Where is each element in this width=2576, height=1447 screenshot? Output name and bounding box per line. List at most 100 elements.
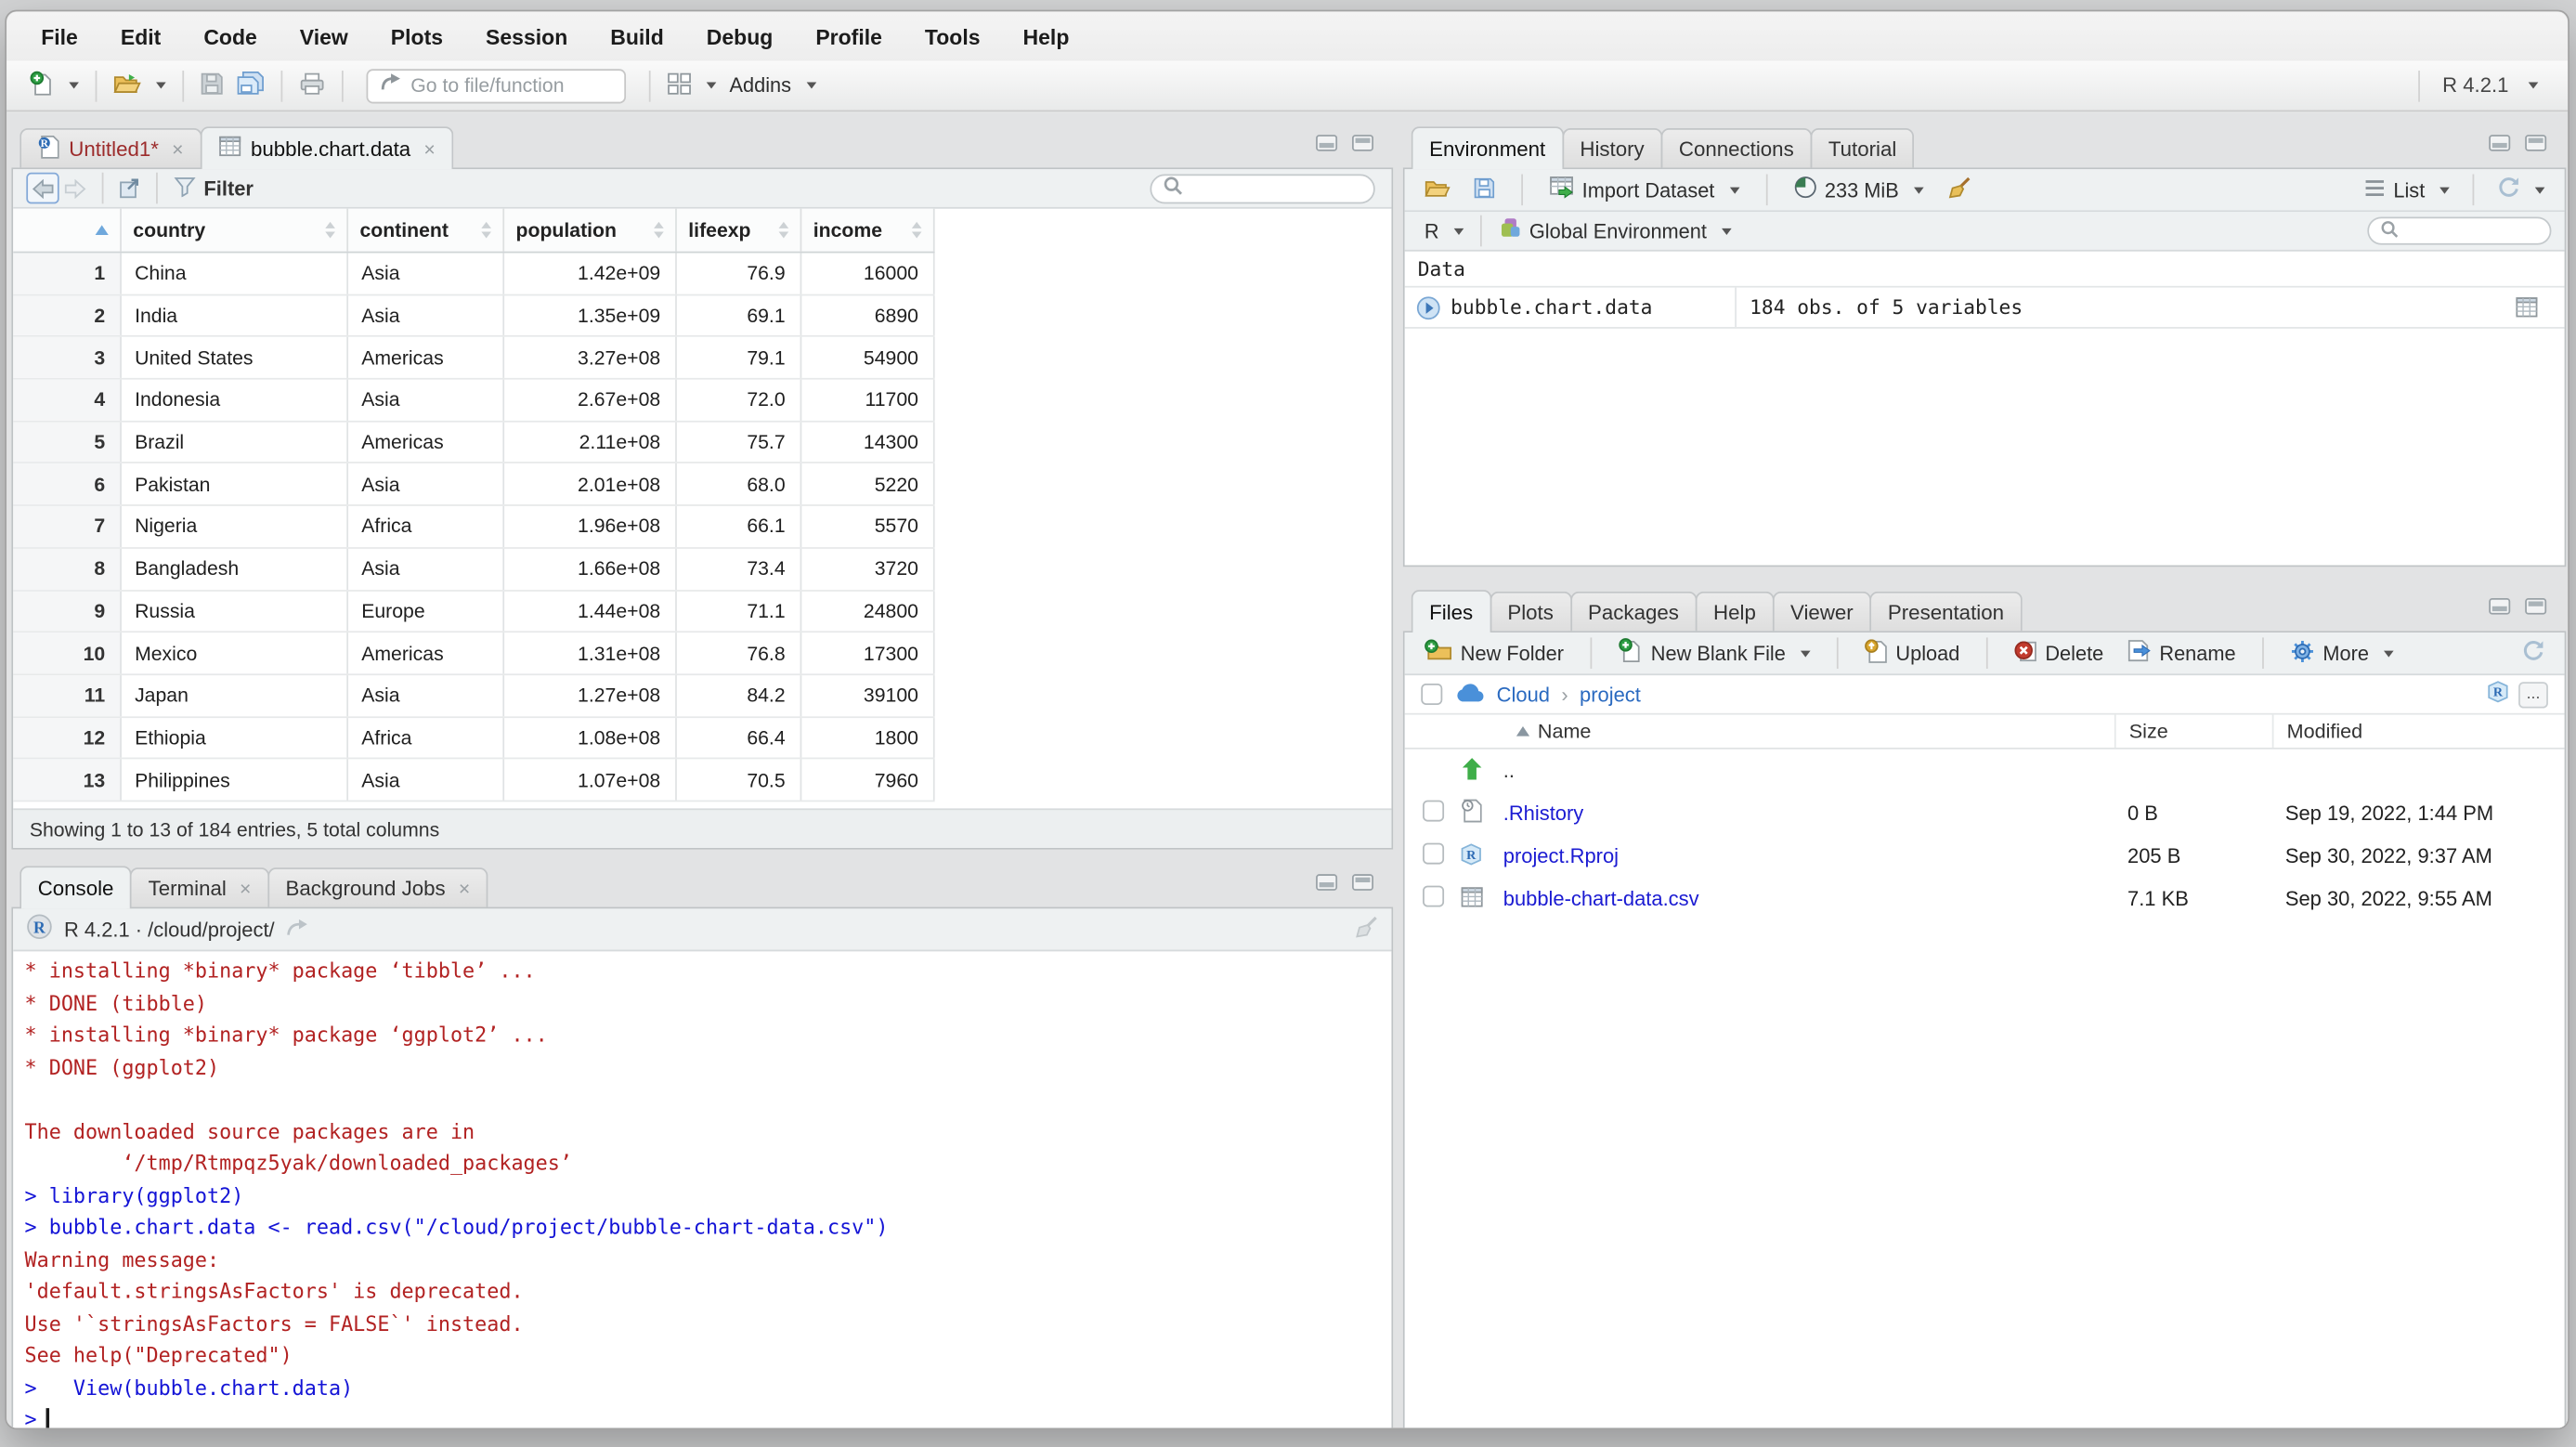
table-row[interactable]: 6 Pakistan Asia 2.01e+08 68.0 5220 <box>13 464 934 506</box>
tab-files[interactable]: Files <box>1412 590 1491 632</box>
tab-packages[interactable]: Packages <box>1570 592 1698 631</box>
file-name-link[interactable]: bubble-chart-data.csv <box>1503 887 2114 910</box>
print-button[interactable] <box>293 72 332 99</box>
file-name-link[interactable]: .Rhistory <box>1503 802 2114 825</box>
table-row[interactable]: 10 Mexico Americas 1.31e+08 76.8 17300 <box>13 632 934 674</box>
upload-button[interactable]: Upload <box>1858 638 1967 668</box>
close-icon[interactable]: × <box>423 137 435 161</box>
open-dir-arrow-icon[interactable] <box>286 918 309 941</box>
menu-item[interactable]: Edit <box>121 24 161 49</box>
breadcrumb-project[interactable]: project <box>1580 683 1641 706</box>
language-selector[interactable]: R <box>1418 219 1470 242</box>
goto-file-input[interactable] <box>410 74 613 98</box>
file-name-link[interactable]: project.Rproj <box>1503 844 2114 867</box>
open-file-button[interactable] <box>107 72 173 99</box>
forward-button[interactable] <box>59 173 92 204</box>
save-button[interactable] <box>194 72 230 99</box>
table-row[interactable]: 12 Ethiopia Africa 1.08e+08 66.4 1800 <box>13 717 934 759</box>
file-checkbox[interactable] <box>1423 886 1444 907</box>
close-icon[interactable]: × <box>240 877 251 900</box>
table-row[interactable]: 3 United States Americas 3.27e+08 79.1 5… <box>13 337 934 379</box>
table-row[interactable]: 13 Philippines Asia 1.07e+08 70.5 7960 <box>13 760 934 802</box>
tab-terminal[interactable]: Terminal× <box>130 867 269 906</box>
tab-viewer[interactable]: Viewer <box>1773 592 1872 631</box>
filter-button[interactable]: Filter <box>167 175 260 201</box>
files-column-name[interactable]: Name <box>1503 715 2114 748</box>
environment-search-box[interactable] <box>2367 217 2551 245</box>
column-header-lifeexp[interactable]: lifeexp <box>677 209 801 252</box>
more-button[interactable]: More <box>2283 638 2400 668</box>
table-search-box[interactable] <box>1150 174 1374 203</box>
column-header-continent[interactable]: continent <box>348 209 504 252</box>
minimize-pane-icon[interactable] <box>1316 874 1337 891</box>
tab-connections[interactable]: Connections <box>1660 128 1812 167</box>
list-view-button[interactable]: List <box>2357 178 2455 202</box>
tab-console[interactable]: Console <box>20 866 132 908</box>
memory-usage-button[interactable]: 233 MiB <box>1787 176 1930 203</box>
menu-item[interactable]: Help <box>1023 24 1070 49</box>
select-all-checkbox[interactable] <box>1421 684 1442 705</box>
menu-item[interactable]: File <box>41 24 78 49</box>
file-checkbox[interactable] <box>1423 801 1444 822</box>
menu-item[interactable]: View <box>300 24 348 49</box>
rename-button[interactable]: Rename <box>2120 639 2243 667</box>
clear-environment-button[interactable] <box>1940 175 1978 204</box>
table-row[interactable]: 7 Nigeria Africa 1.96e+08 66.1 5570 <box>13 506 934 548</box>
addins-button[interactable]: Addins <box>722 74 822 98</box>
file-row[interactable]: R .Rhistory 0 B Sep 19, 2022, 1:44 PM <box>1405 792 2565 835</box>
goto-file-box[interactable] <box>367 68 627 102</box>
file-name-link[interactable]: .. <box>1503 759 2114 782</box>
project-selector[interactable]: R 4.2.1 <box>2408 70 2551 101</box>
expand-object-icon[interactable] <box>1405 295 1448 320</box>
table-row[interactable]: 9 Russia Europe 1.44e+08 71.1 24800 <box>13 591 934 632</box>
open-in-new-window-button[interactable] <box>113 173 146 204</box>
new-blank-file-button[interactable]: New Blank File <box>1611 637 1816 669</box>
menu-item[interactable]: Session <box>486 24 567 49</box>
menu-item[interactable]: Tools <box>925 24 981 49</box>
table-row[interactable]: 1 China Asia 1.42e+09 76.9 16000 <box>13 253 934 294</box>
maximize-pane-icon[interactable] <box>2525 135 2546 151</box>
column-header-population[interactable]: population <box>504 209 677 252</box>
minimize-pane-icon[interactable] <box>2489 135 2510 151</box>
delete-button[interactable]: Delete <box>2008 639 2111 667</box>
refresh-button[interactable] <box>2491 176 2551 203</box>
file-row[interactable]: R .. <box>1405 750 2565 792</box>
table-row[interactable]: 2 India Asia 1.35e+09 69.1 6890 <box>13 295 934 337</box>
menu-item[interactable]: Plots <box>391 24 443 49</box>
file-row[interactable]: R bubble-chart-data.csv 7.1 KB Sep 30, 2… <box>1405 878 2565 920</box>
table-row[interactable]: 8 Bangladesh Asia 1.66e+08 73.4 3720 <box>13 549 934 591</box>
tab-help[interactable]: Help <box>1696 592 1775 631</box>
more-columns-button[interactable]: ... <box>2518 681 2548 707</box>
tab-plots[interactable]: Plots <box>1490 592 1571 631</box>
breadcrumb-cloud[interactable]: Cloud <box>1497 683 1550 706</box>
menu-item[interactable]: Debug <box>707 24 774 49</box>
tab-bubble-chart-data[interactable]: bubble.chart.data × <box>200 126 453 169</box>
table-row[interactable]: 4 Indonesia Asia 2.67e+08 72.0 11700 <box>13 380 934 422</box>
table-row[interactable]: 11 Japan Asia 1.27e+08 84.2 39100 <box>13 675 934 717</box>
tab-background-jobs[interactable]: Background Jobs× <box>267 867 488 906</box>
console-prompt-line[interactable]: > <box>25 1405 1392 1430</box>
files-column-size[interactable]: Size <box>2114 715 2272 748</box>
panes-layout-button[interactable] <box>660 72 722 99</box>
load-workspace-button[interactable] <box>1418 176 1457 202</box>
menu-item[interactable]: Build <box>610 24 663 49</box>
close-icon[interactable]: × <box>459 877 470 900</box>
environment-object-row[interactable]: bubble.chart.data 184 obs. of 5 variable… <box>1405 288 2565 329</box>
clear-console-broom-icon[interactable] <box>1354 915 1379 945</box>
file-row[interactable]: R project.Rproj 205 B Sep 30, 2022, 9:37… <box>1405 835 2565 878</box>
tab-presentation[interactable]: Presentation <box>1869 592 2022 631</box>
minimize-pane-icon[interactable] <box>2489 598 2510 615</box>
view-table-icon[interactable] <box>2516 295 2565 319</box>
file-checkbox[interactable] <box>1423 843 1444 865</box>
new-file-button[interactable] <box>23 70 85 101</box>
save-all-button[interactable] <box>230 71 271 100</box>
back-button[interactable] <box>26 173 59 204</box>
files-column-modified[interactable]: Modified <box>2272 715 2565 748</box>
new-folder-button[interactable]: New Folder <box>1418 639 1570 667</box>
maximize-pane-icon[interactable] <box>2525 598 2546 615</box>
tab-environment[interactable]: Environment <box>1412 126 1564 169</box>
tab-untitled1[interactable]: R Untitled1* × <box>20 128 202 167</box>
table-row[interactable]: 5 Brazil Americas 2.11e+08 75.7 14300 <box>13 422 934 463</box>
tab-history[interactable]: History <box>1562 128 1662 167</box>
maximize-pane-icon[interactable] <box>1352 135 1373 151</box>
